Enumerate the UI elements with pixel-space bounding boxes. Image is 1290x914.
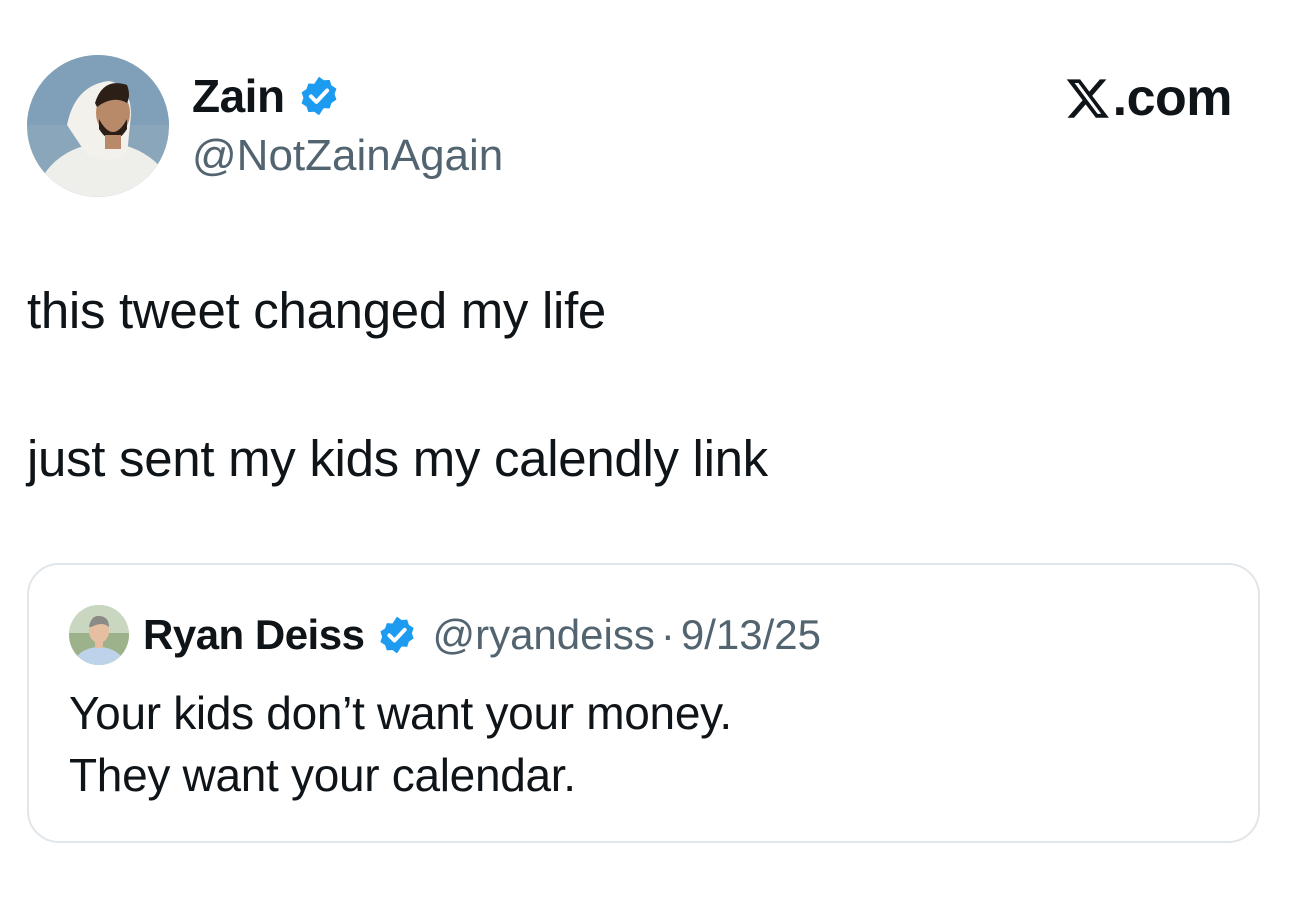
author-name-row: Zain [192,68,341,124]
tweet-text-line: this tweet changed my life [27,282,606,339]
quoted-tweet-header: Ryan Deiss @ryandeiss · 9/13/25 [143,607,821,663]
brand-watermark: .com [1065,68,1233,128]
author-avatar[interactable] [27,55,169,197]
quoted-author-name[interactable]: Ryan Deiss [143,611,365,659]
quoted-tweet-card[interactable]: Ryan Deiss @ryandeiss · 9/13/25 Your kid… [27,563,1260,843]
tweet-text-line: just sent my kids my calendly link [27,430,768,487]
author-name[interactable]: Zain [192,68,285,124]
quoted-tweet-text-line: They want your calendar. [69,749,576,801]
quoted-tweet-text-line: Your kids don’t want your money. [69,687,732,739]
author-avatar-image [27,55,169,197]
x-logo-icon [1065,75,1111,121]
verified-badge-icon [297,74,341,118]
quoted-author-handle[interactable]: @ryandeiss [432,611,654,659]
handle-date-separator: · [660,611,675,658]
verified-badge-icon [376,614,418,656]
quoted-tweet-date[interactable]: 9/13/25 [681,611,821,659]
quoted-author-avatar[interactable] [69,605,129,665]
quoted-author-avatar-image [69,605,129,665]
author-handle[interactable]: @NotZainAgain [192,128,503,184]
brand-label: .com [1112,69,1233,127]
